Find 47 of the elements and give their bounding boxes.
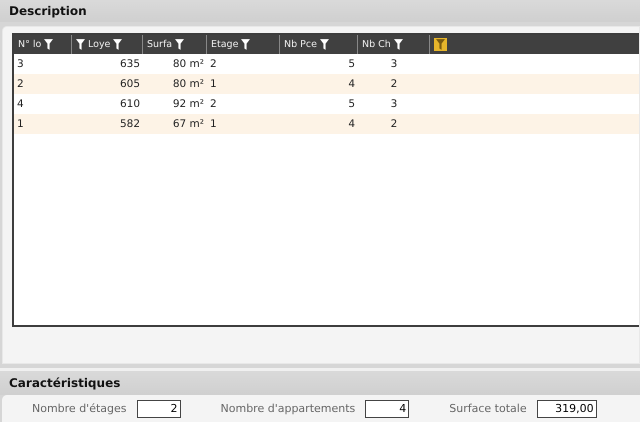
filter-icon[interactable] bbox=[175, 39, 184, 50]
table-cell: 2 bbox=[210, 58, 217, 70]
column-header[interactable]: Loye bbox=[88, 39, 110, 50]
table-cell: 80 m² bbox=[172, 78, 204, 90]
table-cell: 2 bbox=[210, 98, 217, 110]
table-cell: 92 m² bbox=[172, 98, 204, 110]
table-cell: 3 bbox=[390, 98, 398, 110]
table-cell: 2 bbox=[17, 78, 24, 90]
filter-icon[interactable] bbox=[320, 39, 329, 50]
column-header[interactable]: Nb Ch bbox=[362, 39, 391, 50]
field-label: Surface totale bbox=[449, 402, 527, 415]
column-header[interactable]: Surfa bbox=[147, 39, 172, 50]
input-field[interactable]: 4 bbox=[365, 400, 410, 418]
table-cell: 582 bbox=[120, 118, 140, 130]
table-cell: 2 bbox=[390, 118, 398, 130]
table-cell: 1 bbox=[17, 118, 24, 130]
section-title: Caractéristiques bbox=[9, 376, 120, 390]
table-cell: 4 bbox=[348, 78, 355, 90]
filter-icon[interactable] bbox=[113, 39, 122, 50]
column-header[interactable]: Etage bbox=[211, 39, 238, 50]
table-row[interactable]: 1 582 67 m² 1 4 2 bbox=[14, 114, 639, 134]
table-cell: 4 bbox=[17, 98, 24, 110]
filter-icon[interactable] bbox=[44, 39, 54, 50]
column-header[interactable]: Nb Pce bbox=[284, 39, 317, 50]
table-cell: 2 bbox=[390, 78, 398, 90]
input-field[interactable]: 2 bbox=[136, 400, 181, 418]
table-cell: 610 bbox=[120, 98, 140, 110]
table-cell: 635 bbox=[120, 58, 140, 70]
column-header[interactable]: N° lo bbox=[18, 39, 42, 50]
table-cell: 605 bbox=[120, 78, 140, 90]
filter-icon[interactable] bbox=[76, 39, 85, 50]
table-cell: 5 bbox=[348, 98, 355, 110]
filter-icon[interactable] bbox=[394, 39, 403, 50]
table-cell: 3 bbox=[17, 58, 24, 70]
table-cell: 5 bbox=[348, 58, 355, 70]
input-field[interactable]: 319,00 bbox=[536, 400, 597, 418]
filter-icon[interactable] bbox=[241, 39, 250, 50]
table-cell: 4 bbox=[348, 118, 355, 130]
table-cell: 80 m² bbox=[172, 58, 204, 70]
table-row[interactable]: 2 605 80 m² 1 4 2 bbox=[14, 74, 639, 94]
table-cell: 1 bbox=[210, 118, 217, 130]
section-title: Description bbox=[9, 4, 87, 18]
table-cell: 67 m² bbox=[172, 118, 204, 130]
table-cell: 3 bbox=[390, 58, 398, 70]
table-cell: 1 bbox=[210, 78, 217, 90]
field-label: Nombre d'étages bbox=[32, 402, 127, 415]
field-label: Nombre d'appartements bbox=[220, 402, 356, 415]
